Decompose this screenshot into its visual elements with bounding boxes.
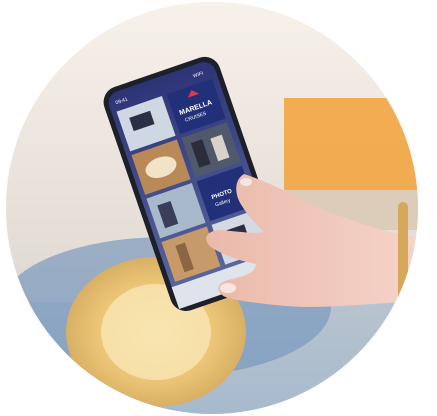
gold-bracelet (398, 202, 408, 302)
orange-window (284, 98, 418, 190)
photo-circle: 09:41 WIFI MARELLA CRUISES PHOTO Gallery (6, 2, 418, 414)
thumb-nail (240, 178, 252, 186)
scene: 09:41 WIFI MARELLA CRUISES PHOTO Gallery (6, 2, 418, 414)
finger-nail (220, 283, 236, 293)
